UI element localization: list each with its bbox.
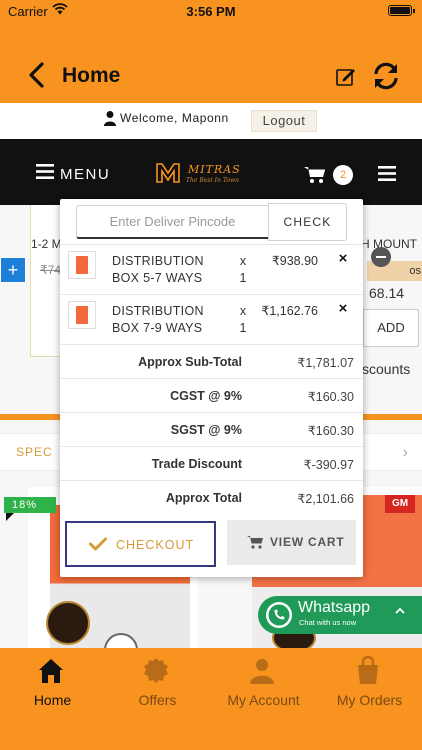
whatsapp-chat-button[interactable]: Whatsapp Chat with us now <box>258 596 422 634</box>
product-price: 68.14 <box>369 285 405 301</box>
minus-circle-icon[interactable] <box>371 247 391 267</box>
cart-icon <box>247 536 263 549</box>
summary-label: Approx Sub-Total <box>138 355 242 369</box>
brand-name: MITRAS <box>188 163 241 176</box>
tab-my-account[interactable]: My Account <box>211 648 316 750</box>
remove-item-icon[interactable]: × <box>336 251 350 266</box>
multiplier: x <box>239 304 247 318</box>
discount-badge: 18% <box>4 497 56 513</box>
edit-icon[interactable] <box>335 66 357 88</box>
summary-value: ₹-390.97 <box>303 458 354 472</box>
summary-label: CGST @ 9% <box>170 389 242 403</box>
cart-count-badge[interactable]: 2 <box>333 165 353 185</box>
view-cart-button[interactable]: VIEW CART <box>227 520 356 565</box>
offers-icon <box>144 658 168 683</box>
discounts-link[interactable]: scounts <box>362 361 410 377</box>
check-pincode-button[interactable]: CHECK <box>268 203 347 241</box>
cart-item: DISTRIBUTION BOX 5-7 WAYS x1 ₹938.90 × <box>60 244 363 294</box>
summary-label: Trade Discount <box>151 457 242 471</box>
chevron-up-icon <box>395 607 405 614</box>
back-chevron-icon[interactable] <box>24 60 52 90</box>
whatsapp-title: Whatsapp <box>298 599 371 616</box>
summary-row-cgst: CGST @ 9% ₹160.30 <box>60 378 363 412</box>
badge-fold <box>6 513 14 521</box>
account-icon <box>250 659 274 684</box>
pincode-input[interactable] <box>76 205 269 239</box>
summary-value: ₹1,781.07 <box>297 356 354 370</box>
product-thumbnail <box>68 301 96 329</box>
product-name: H MOUNT <box>361 237 417 251</box>
product-card-right[interactable]: H MOUNT os 68.14 ADD <box>358 205 422 357</box>
product-price: ₹74 <box>40 263 61 277</box>
cart-item-name: DISTRIBUTION BOX 5-7 WAYS <box>112 254 204 285</box>
bottom-tab-bar: Home Offers My Account My Orders <box>0 648 422 750</box>
summary-value: ₹2,101.66 <box>297 492 354 506</box>
top-bar: Carrier 3:56 PM Home <box>0 0 422 103</box>
tab-label: My Orders <box>336 692 403 708</box>
brand-tagline: The Best In Town <box>186 177 239 184</box>
logout-button[interactable]: Logout <box>251 110 317 132</box>
cart-item-amount: ₹1,162.76 <box>261 304 318 318</box>
summary-value: ₹160.30 <box>307 390 354 404</box>
add-button[interactable]: ADD <box>363 309 419 347</box>
gm-brand-logo: GM <box>385 495 415 513</box>
status-bar: Carrier 3:56 PM <box>0 3 422 20</box>
quantity: 1 <box>239 321 247 335</box>
cart-item-name: DISTRIBUTION BOX 7-9 WAYS <box>112 304 204 335</box>
cart-item-qty: x1 <box>238 253 248 287</box>
view-cart-label: VIEW CART <box>270 535 345 549</box>
checkmark-icon <box>89 537 107 551</box>
tab-label: My Account <box>227 692 300 708</box>
home-icon <box>39 659 63 683</box>
summary-label: SGST @ 9% <box>170 423 242 437</box>
summary-row-subtotal: Approx Sub-Total ₹1,781.07 <box>60 344 363 378</box>
tab-home[interactable]: Home <box>0 648 105 750</box>
summary-label: Approx Total <box>165 491 242 505</box>
summary-row-sgst: SGST @ 9% ₹160.30 <box>60 412 363 446</box>
clock: 3:56 PM <box>186 4 236 19</box>
seal-logo <box>46 601 90 645</box>
brand-mark-icon <box>156 163 180 183</box>
menu-label[interactable]: MENU <box>60 166 110 183</box>
user-icon <box>104 111 116 126</box>
summary-value: ₹160.30 <box>307 424 354 438</box>
product-name: 1-2 M <box>31 237 62 251</box>
cart-popover: CHECK DISTRIBUTION BOX 5-7 WAYS x1 ₹938.… <box>60 199 363 577</box>
tab-label: Offers <box>138 692 177 708</box>
tab-label: Home <box>33 692 72 708</box>
refresh-icon[interactable] <box>370 60 402 92</box>
tab-special[interactable]: SPEC <box>16 445 53 459</box>
cart-item-amount: ₹938.90 <box>271 254 318 268</box>
battery-icon <box>388 5 415 16</box>
multiplier: x <box>239 254 247 268</box>
brand-logo[interactable]: MITRAS The Best In Town <box>155 160 250 188</box>
expand-plus-button[interactable]: + <box>0 257 26 283</box>
menu-bar: MENU MITRAS The Best In Town 2 <box>0 139 422 205</box>
list-menu-icon[interactable] <box>378 166 396 181</box>
page-title: Home <box>62 64 121 87</box>
tab-offers[interactable]: Offers <box>105 648 210 750</box>
welcome-row: Welcome, Maponn Logout <box>0 103 422 139</box>
tab-my-orders[interactable]: My Orders <box>317 648 422 750</box>
whatsapp-subtitle: Chat with us now <box>299 618 357 627</box>
nav-bar: Home <box>0 52 422 100</box>
orders-icon <box>358 656 378 684</box>
whatsapp-icon <box>266 602 292 628</box>
summary-row-total: Approx Total ₹2,101.66 <box>60 480 363 514</box>
remove-item-icon[interactable]: × <box>336 301 350 316</box>
quantity: 1 <box>239 271 247 285</box>
cart-item: DISTRIBUTION BOX 7-9 WAYS x1 ₹1,162.76 × <box>60 294 363 344</box>
summary-row-discount: Trade Discount ₹-390.97 <box>60 446 363 480</box>
chevron-right-icon[interactable]: › <box>403 444 408 462</box>
cart-icon[interactable] <box>304 166 326 184</box>
cart-item-qty: x1 <box>238 303 248 337</box>
welcome-text: Welcome, Maponn <box>120 111 229 125</box>
product-thumbnail <box>68 251 96 279</box>
checkout-button[interactable]: CHECKOUT <box>65 521 216 567</box>
checkout-label: CHECKOUT <box>116 538 195 552</box>
hamburger-icon[interactable] <box>36 164 54 179</box>
